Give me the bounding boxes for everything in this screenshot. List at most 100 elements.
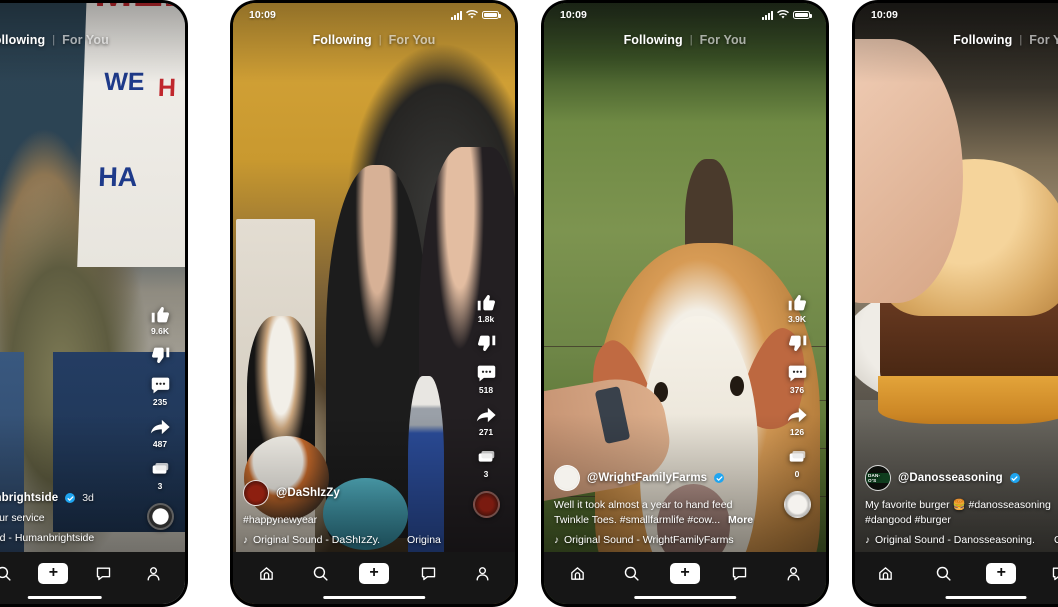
tab-for-you[interactable]: For You bbox=[389, 33, 436, 47]
tab-for-you[interactable]: For You bbox=[700, 33, 747, 47]
username[interactable]: anbrightside bbox=[0, 492, 58, 504]
nav-search[interactable] bbox=[614, 560, 648, 586]
share-button[interactable]: 487 bbox=[149, 416, 171, 449]
comment-button[interactable]: 235 bbox=[150, 375, 171, 407]
status-indicators bbox=[762, 10, 812, 20]
tab-separator: | bbox=[1019, 34, 1023, 46]
panel-3-sound-row[interactable]: ♪ Original Sound - WrightFamilyFarms bbox=[554, 534, 816, 546]
comment-count: 376 bbox=[789, 385, 805, 395]
panel-1-user-row[interactable]: anbrightside 3d bbox=[0, 492, 175, 504]
panel-2-status-bar: 10:09 bbox=[233, 3, 515, 27]
tab-following[interactable]: Following bbox=[624, 33, 683, 47]
panel-3-screen: 10:09 Following | For You 3.9K 376 126 0… bbox=[544, 3, 826, 604]
comment-button[interactable]: 518 bbox=[476, 363, 497, 395]
username[interactable]: @WrightFamilyFarms bbox=[587, 472, 707, 484]
post-age: 3d bbox=[82, 492, 94, 505]
create-plus-icon[interactable]: + bbox=[986, 562, 1017, 584]
sound-title: Original Sound - WrightFamilyFarms bbox=[564, 534, 734, 546]
comment-count: 235 bbox=[152, 397, 168, 407]
phone-panel-3: 10:09 Following | For You 3.9K 376 126 0… bbox=[541, 0, 829, 607]
save-button[interactable]: 3 bbox=[475, 446, 497, 479]
panel-3-user-row[interactable]: @WrightFamilyFarms bbox=[554, 465, 816, 492]
nav-profile[interactable] bbox=[465, 560, 499, 586]
panel-2-screen: 10:09 Following | For You 1.8k 518 271 3… bbox=[233, 3, 515, 604]
phone-panel-1: MEET WE H HA Following | For You 9.6K bbox=[0, 0, 188, 607]
tab-following[interactable]: Following bbox=[953, 33, 1012, 47]
nav-search[interactable] bbox=[929, 560, 959, 586]
tab-following[interactable]: Following bbox=[313, 33, 372, 47]
like-button[interactable]: 1.8k bbox=[476, 292, 497, 324]
home-indicator bbox=[634, 595, 736, 599]
panel-4-user-row[interactable]: DAN-O'S @Danosseasoning bbox=[865, 465, 1058, 492]
panel-1-sound-row[interactable]: und - Humanbrightside bbox=[0, 532, 175, 544]
comment-button[interactable]: 376 bbox=[787, 363, 808, 395]
panel-4-caption-line-2: #dangood #burger bbox=[865, 514, 951, 527]
avatar[interactable] bbox=[243, 480, 269, 507]
create-plus-label: + bbox=[680, 563, 690, 581]
dislike-button[interactable] bbox=[150, 345, 171, 366]
like-button[interactable]: 3.9K bbox=[787, 292, 808, 324]
create-plus-icon[interactable]: + bbox=[670, 562, 700, 584]
panel-3-caption-line-2: Twinkle Toes. #smallfarmlife #cow... bbox=[554, 514, 721, 527]
avatar[interactable]: DAN-O'S bbox=[865, 465, 891, 492]
status-time: 10:09 bbox=[871, 9, 898, 21]
sound-title: Original Sound - Danosseasoning. bbox=[875, 534, 1035, 546]
nav-inbox[interactable] bbox=[87, 560, 121, 586]
create-plus-icon[interactable]: + bbox=[38, 562, 69, 584]
tab-following[interactable]: Following bbox=[0, 33, 45, 47]
nav-search[interactable] bbox=[303, 560, 337, 586]
panel-2-sound-row[interactable]: ♪ Original Sound - DaShIzZy. Origina bbox=[243, 534, 505, 546]
music-note-icon: ♪ bbox=[243, 534, 248, 546]
nav-profile[interactable] bbox=[776, 560, 810, 586]
nav-create[interactable]: + bbox=[357, 560, 391, 586]
home-indicator bbox=[27, 595, 103, 599]
nav-create[interactable]: + bbox=[36, 560, 70, 586]
like-count: 1.8k bbox=[477, 314, 495, 324]
status-time: 10:09 bbox=[560, 9, 587, 21]
share-button[interactable]: 126 bbox=[786, 404, 808, 437]
panel-4-top-tabs: Following | For You bbox=[855, 33, 1058, 47]
sound-title-overflow: Origina bbox=[407, 534, 441, 546]
more-button[interactable]: More bbox=[728, 514, 753, 526]
avatar[interactable] bbox=[554, 465, 580, 492]
nav-create[interactable]: + bbox=[668, 560, 702, 586]
comment-count: 518 bbox=[478, 385, 494, 395]
create-plus-icon[interactable]: + bbox=[359, 562, 389, 584]
music-note-icon: ♪ bbox=[554, 534, 559, 546]
tab-for-you[interactable]: For You bbox=[1029, 33, 1058, 47]
nav-create[interactable]: + bbox=[986, 560, 1017, 586]
panel-2-user-row[interactable]: @DaShIzZy bbox=[243, 480, 505, 507]
tab-separator: | bbox=[689, 34, 693, 46]
phone-panel-2: 10:09 Following | For You 1.8k 518 271 3… bbox=[230, 0, 518, 607]
save-button[interactable]: 3 bbox=[149, 458, 171, 491]
home-indicator bbox=[945, 595, 1026, 599]
nav-search[interactable] bbox=[0, 560, 20, 586]
nav-profile[interactable] bbox=[137, 560, 171, 586]
verified-badge-icon bbox=[714, 473, 725, 484]
nav-home[interactable] bbox=[249, 560, 283, 586]
verified-badge-icon bbox=[1009, 473, 1020, 484]
username[interactable]: @DaShIzZy bbox=[276, 487, 340, 499]
create-plus-label: + bbox=[48, 563, 59, 581]
wifi-icon bbox=[466, 10, 478, 19]
panel-4-sound-row[interactable]: ♪ Original Sound - Danosseasoning. O bbox=[865, 534, 1058, 546]
status-indicators bbox=[451, 10, 501, 20]
sound-title-overflow: O bbox=[1054, 534, 1058, 546]
username[interactable]: @Danosseasoning bbox=[898, 472, 1003, 484]
share-count: 126 bbox=[789, 427, 805, 437]
panel-4-status-bar: 10:09 bbox=[855, 3, 1058, 27]
nav-inbox[interactable] bbox=[1044, 560, 1058, 586]
dislike-button[interactable] bbox=[476, 333, 497, 354]
nav-inbox[interactable] bbox=[722, 560, 756, 586]
tab-for-you[interactable]: For You bbox=[62, 33, 109, 47]
panel-4-caption: DAN-O'S @Danosseasoning My favorite burg… bbox=[855, 465, 1058, 552]
nav-inbox[interactable] bbox=[411, 560, 445, 586]
panel-4-caption-line-1: My favorite burger 🍔 #danosseasoning bbox=[865, 499, 1051, 512]
like-button[interactable]: 9.6K bbox=[150, 304, 171, 336]
panel-1-screen: MEET WE H HA Following | For You 9.6K bbox=[0, 3, 185, 604]
dislike-button[interactable] bbox=[787, 333, 808, 354]
share-button[interactable]: 271 bbox=[475, 404, 497, 437]
nav-home[interactable] bbox=[871, 560, 901, 586]
panel-2-top-tabs: Following | For You bbox=[233, 33, 515, 47]
nav-home[interactable] bbox=[560, 560, 594, 586]
